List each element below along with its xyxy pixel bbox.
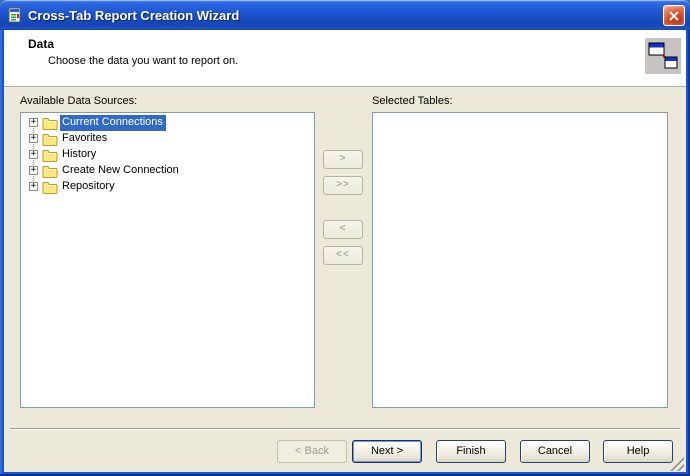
tree-item-history[interactable]: + History bbox=[21, 147, 314, 163]
tree-item-label[interactable]: History bbox=[60, 147, 99, 163]
available-sources-tree[interactable]: + Current Connections + Favorites + Hist… bbox=[20, 112, 315, 408]
dialog-body: Data Choose the data you want to report … bbox=[4, 30, 686, 472]
add-all-button[interactable]: >> bbox=[323, 176, 363, 195]
back-button[interactable]: < Back bbox=[277, 440, 347, 463]
expand-plus-icon[interactable]: + bbox=[29, 134, 38, 143]
titlebar: Cross-Tab Report Creation Wizard bbox=[0, 0, 690, 30]
step-subtitle: Choose the data you want to report on. bbox=[48, 55, 239, 67]
next-button[interactable]: Next > bbox=[352, 440, 422, 463]
remove-button[interactable]: < bbox=[323, 220, 363, 239]
step-title: Data bbox=[28, 37, 55, 51]
expand-plus-icon[interactable]: + bbox=[29, 182, 38, 191]
selected-tables-list[interactable] bbox=[372, 112, 668, 408]
folder-icon bbox=[42, 182, 58, 194]
wizard-dialog: Cross-Tab Report Creation Wizard Data Ch… bbox=[0, 0, 690, 476]
folder-icon bbox=[42, 118, 58, 130]
tree-item-label[interactable]: Create New Connection bbox=[60, 163, 182, 179]
report-document-icon bbox=[8, 7, 21, 23]
tree-item-current-connections[interactable]: + Current Connections bbox=[21, 115, 314, 131]
remove-all-button[interactable]: << bbox=[323, 246, 363, 265]
folder-icon bbox=[42, 134, 58, 146]
tree-item-repository[interactable]: + Repository bbox=[21, 179, 314, 195]
tree-item-label[interactable]: Repository bbox=[60, 179, 118, 195]
folder-icon bbox=[42, 150, 58, 162]
footer-divider bbox=[10, 428, 680, 430]
crosstab-icon bbox=[645, 38, 681, 74]
close-button[interactable] bbox=[663, 4, 685, 26]
expand-plus-icon[interactable]: + bbox=[29, 150, 38, 159]
available-sources-label: Available Data Sources: bbox=[20, 95, 138, 107]
tree-item-label[interactable]: Favorites bbox=[60, 131, 110, 147]
window-title: Cross-Tab Report Creation Wizard bbox=[28, 7, 240, 23]
tree-item-favorites[interactable]: + Favorites bbox=[21, 131, 314, 147]
expand-plus-icon[interactable]: + bbox=[29, 118, 38, 127]
expand-plus-icon[interactable]: + bbox=[29, 166, 38, 175]
tree-item-label[interactable]: Current Connections bbox=[60, 115, 166, 131]
finish-button[interactable]: Finish bbox=[436, 440, 506, 463]
add-button[interactable]: > bbox=[323, 150, 363, 169]
selected-tables-label: Selected Tables: bbox=[372, 95, 453, 107]
cancel-button[interactable]: Cancel bbox=[520, 440, 590, 463]
tree-item-create-new-connection[interactable]: + Create New Connection bbox=[21, 163, 314, 179]
wizard-step-header: Data Choose the data you want to report … bbox=[4, 30, 686, 87]
help-button[interactable]: Help bbox=[603, 440, 673, 463]
folder-icon bbox=[42, 166, 58, 178]
